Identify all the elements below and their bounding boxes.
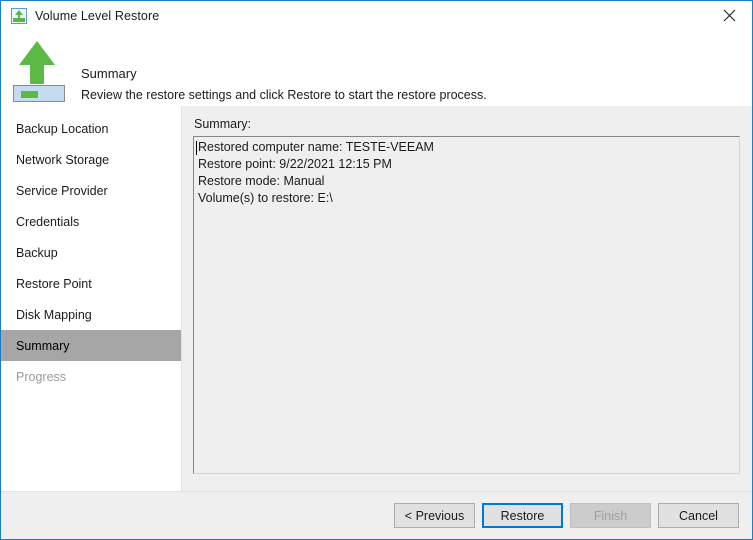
sidebar-item-label: Backup Location bbox=[16, 121, 109, 136]
sidebar-item-label: Disk Mapping bbox=[16, 307, 92, 322]
sidebar-item-label: Restore Point bbox=[16, 276, 92, 291]
summary-textbox[interactable]: Restored computer name: TESTE-VEEAM Rest… bbox=[193, 136, 740, 474]
sidebar-item-label: Summary bbox=[16, 338, 70, 353]
title-bar: Volume Level Restore bbox=[1, 1, 752, 31]
previous-button[interactable]: < Previous bbox=[394, 503, 475, 528]
summary-text: Restored computer name: TESTE-VEEAM Rest… bbox=[198, 140, 434, 205]
sidebar-item-backup-location[interactable]: Backup Location bbox=[1, 113, 181, 144]
green-up-arrow-volume-icon bbox=[13, 39, 69, 102]
restore-button[interactable]: Restore bbox=[482, 503, 563, 528]
sidebar-item-label: Progress bbox=[16, 369, 67, 384]
summary-label: Summary: bbox=[194, 117, 251, 131]
cancel-button[interactable]: Cancel bbox=[658, 503, 739, 528]
wizard-step-list: Backup Location Network Storage Service … bbox=[1, 106, 182, 491]
sidebar-item-credentials[interactable]: Credentials bbox=[1, 206, 181, 237]
page-title: Summary bbox=[81, 66, 137, 81]
sidebar-item-service-provider[interactable]: Service Provider bbox=[1, 175, 181, 206]
page-subtitle: Review the restore settings and click Re… bbox=[81, 88, 487, 102]
sidebar-item-label: Credentials bbox=[16, 214, 80, 229]
sidebar-item-network-storage[interactable]: Network Storage bbox=[1, 144, 181, 175]
summary-panel: Summary: Restored computer name: TESTE-V… bbox=[183, 106, 752, 491]
sidebar-item-label: Service Provider bbox=[16, 183, 108, 198]
volume-level-restore-window: Volume Level Restore Summary Review the … bbox=[0, 0, 753, 540]
wizard-header: Summary Review the restore settings and … bbox=[1, 31, 752, 136]
wizard-footer: < Previous Restore Finish Cancel bbox=[1, 491, 752, 539]
sidebar-item-label: Backup bbox=[16, 245, 58, 260]
volume-restore-icon bbox=[11, 8, 27, 24]
sidebar-item-disk-mapping[interactable]: Disk Mapping bbox=[1, 299, 181, 330]
text-caret bbox=[196, 141, 197, 155]
sidebar-item-summary[interactable]: Summary bbox=[1, 330, 181, 361]
sidebar-item-progress: Progress bbox=[1, 361, 181, 392]
sidebar-item-restore-point[interactable]: Restore Point bbox=[1, 268, 181, 299]
window-title: Volume Level Restore bbox=[35, 9, 160, 23]
sidebar-item-backup[interactable]: Backup bbox=[1, 237, 181, 268]
close-button[interactable] bbox=[707, 1, 752, 30]
close-icon bbox=[723, 9, 736, 22]
sidebar-item-label: Network Storage bbox=[16, 152, 110, 167]
finish-button: Finish bbox=[570, 503, 651, 528]
wizard-body: Backup Location Network Storage Service … bbox=[1, 106, 752, 491]
